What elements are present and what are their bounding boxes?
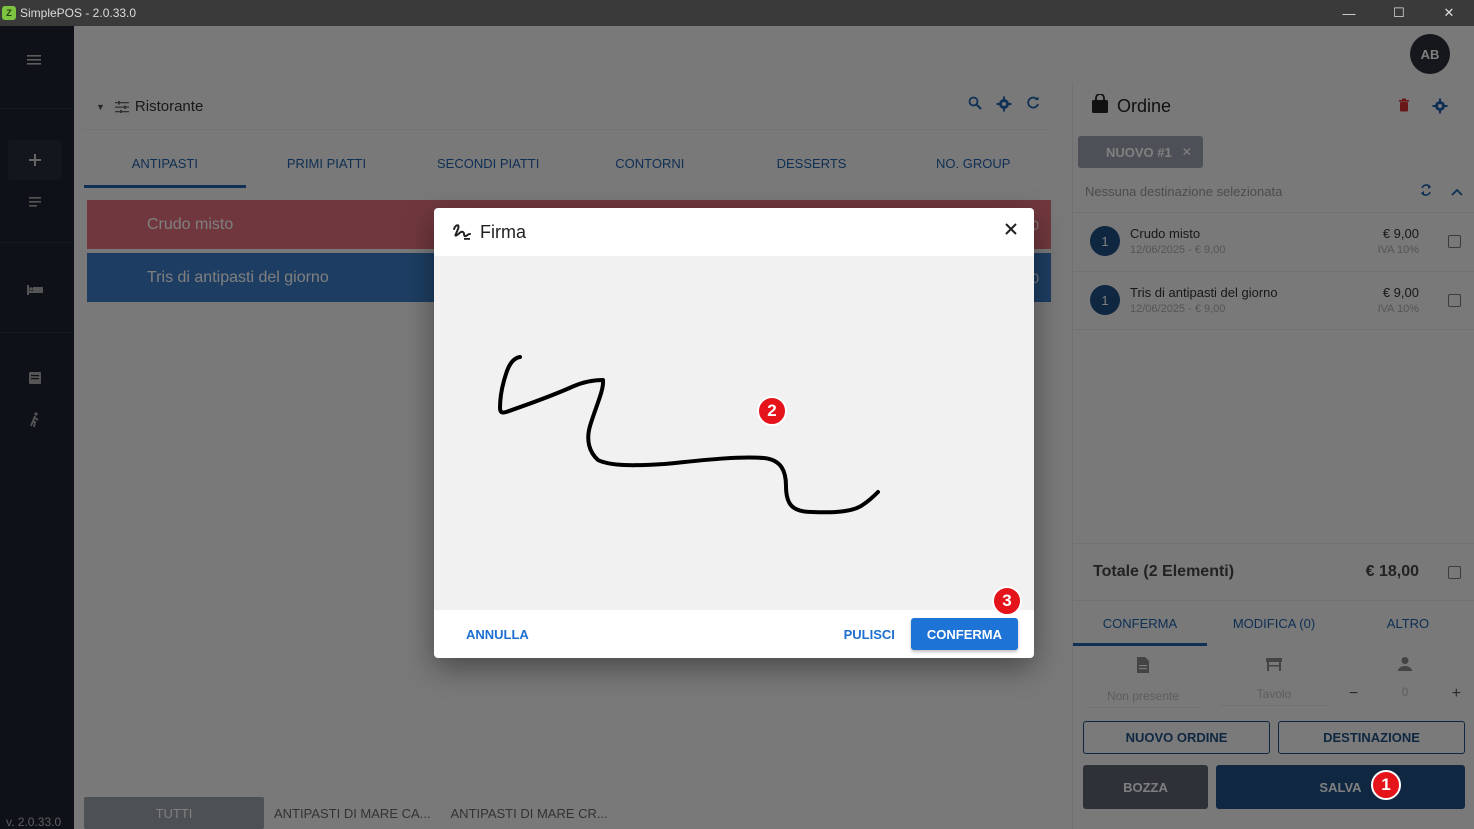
cancel-button[interactable]: ANNULLA (456, 627, 539, 642)
dialog-title: Firma (480, 221, 526, 242)
window-title: SimplePOS - 2.0.33.0 (20, 6, 137, 20)
signature-dialog: Firma ANNULLA PULISCI CONFERMA (434, 208, 1034, 658)
signature-canvas[interactable] (434, 256, 1034, 610)
step-marker-1: 1 (1371, 770, 1401, 800)
window-titlebar: Z SimplePOS - 2.0.33.0 — ☐ ✕ (0, 0, 1474, 26)
clear-button[interactable]: PULISCI (834, 627, 905, 642)
signature-stroke (498, 355, 880, 515)
maximize-button[interactable]: ☐ (1374, 0, 1424, 26)
minimize-button[interactable]: — (1324, 0, 1374, 26)
app-logo: Z (2, 6, 16, 20)
signature-icon (452, 223, 472, 241)
confirm-button[interactable]: CONFERMA (910, 618, 1018, 650)
step-marker-2: 2 (757, 396, 787, 426)
close-window-button[interactable]: ✕ (1424, 0, 1474, 26)
close-icon[interactable] (1004, 222, 1018, 236)
step-marker-3: 3 (992, 586, 1022, 616)
